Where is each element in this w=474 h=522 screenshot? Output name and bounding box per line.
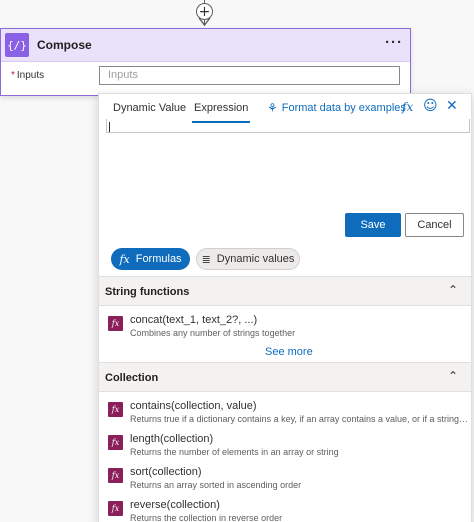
function-item-reverse[interactable]: fx reverse(collection) Returns the colle… [99,498,471,522]
dynamic-values-icon: ≣ [201,252,211,266]
function-name: contains(collection, value) [130,400,257,412]
section-string-functions[interactable]: String functions ⌃ [99,276,471,306]
more-options-icon[interactable]: ··· [385,34,403,51]
function-name: concat(text_1, text_2?, ...) [130,314,258,326]
function-icon: fx [108,501,123,516]
format-data-by-examples-link[interactable]: ⚘ Format data by examples [267,101,406,115]
chevron-up-icon[interactable]: ⌃ [448,283,458,297]
compose-title: Compose [37,38,92,52]
inputs-label: * Inputs [11,70,44,81]
see-more-link[interactable]: See more [265,346,313,358]
expression-editor-panel: Dynamic Value Expression ⚘ Format data b… [98,93,472,522]
function-item-contains[interactable]: fx contains(collection, value) Returns t… [99,399,471,429]
magic-wand-icon: ⚘ [267,101,278,115]
formulas-pill[interactable]: fx Formulas [111,248,190,270]
format-link-label: Format data by examples [281,102,406,114]
function-description: Returns an array sorted in ascending ord… [130,480,302,490]
function-item-sort[interactable]: fx sort(collection) Returns an array sor… [99,465,471,495]
function-icon: fx [108,402,123,417]
designer-canvas: + {/} Compose ··· * Inputs Inputs Dynamic… [0,0,474,522]
expression-input[interactable] [106,119,470,133]
function-icon: fx [108,468,123,483]
fx-formula-icon: fx [119,252,130,266]
chevron-up-icon[interactable]: ⌃ [448,369,458,383]
smiley-feedback-icon[interactable]: ☺ [423,98,438,114]
arrow-down-icon [198,17,211,27]
save-button[interactable]: Save [345,213,401,237]
required-mark: * [11,70,15,81]
section-collection[interactable]: Collection ⌃ [99,362,471,392]
function-name: sort(collection) [130,466,202,478]
cancel-button[interactable]: Cancel [405,213,464,237]
section-title: String functions [105,286,190,298]
dynamic-values-pill[interactable]: ≣ Dynamic values [196,248,300,270]
section-title: Collection [105,372,159,384]
close-icon[interactable]: ✕ [446,98,458,114]
function-name: reverse(collection) [130,499,220,511]
function-description: Combines any number of strings together [130,328,296,338]
function-icon: fx [108,435,123,450]
dynamic-values-pill-label: Dynamic values [216,253,295,265]
function-description: Returns the collection in reverse order [130,513,283,522]
function-description: Returns true if a dictionary contains a … [130,414,468,424]
fx-icon[interactable]: fx [402,100,413,114]
inputs-label-text: Inputs [16,70,45,81]
function-description: Returns the number of elements in an arr… [130,447,339,457]
compose-card-header[interactable]: {/} Compose ··· [1,29,410,62]
formulas-pill-label: Formulas [135,253,182,265]
function-icon: fx [108,316,123,331]
text-cursor [109,122,110,132]
compose-action-card[interactable]: {/} Compose ··· * Inputs Inputs [0,28,411,96]
function-item-length[interactable]: fx length(collection) Returns the number… [99,432,471,462]
compose-icon: {/} [5,33,29,57]
function-item-concat[interactable]: fx concat(text_1, text_2?, ...) Combines… [99,313,471,343]
function-name: length(collection) [130,433,214,445]
inputs-field[interactable]: Inputs [99,66,400,85]
